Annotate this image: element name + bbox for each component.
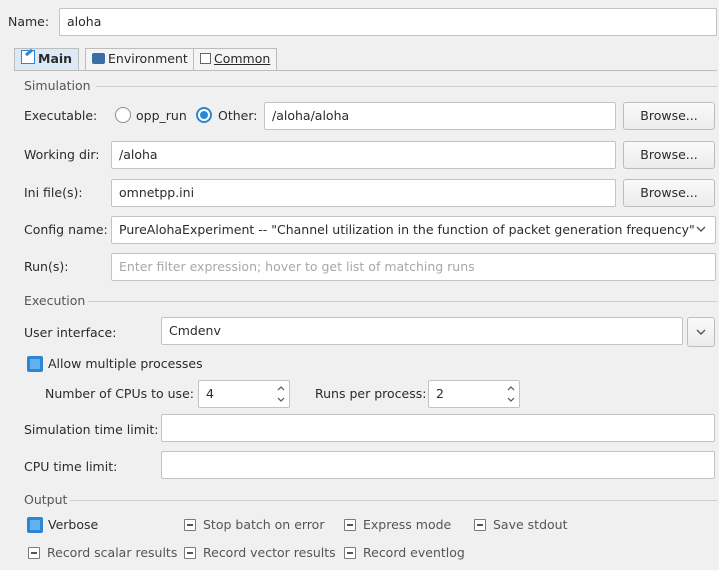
verbose-checkbox[interactable] xyxy=(27,517,43,533)
record-eventlog-checkbox[interactable] xyxy=(344,547,356,559)
browse-ini-button[interactable]: Browse... xyxy=(623,179,715,207)
browse-working-dir-button[interactable]: Browse... xyxy=(623,141,715,169)
express-mode-label: Express mode xyxy=(363,517,452,532)
user-interface-input[interactable]: Cmdenv xyxy=(161,317,683,345)
other-radio[interactable] xyxy=(196,107,212,123)
tab-common-label: Common xyxy=(214,51,271,66)
cpus-value: 4 xyxy=(206,386,214,401)
tab-main-label: Main xyxy=(38,51,73,66)
cpus-spin-icon[interactable] xyxy=(275,382,287,406)
chevron-down-icon xyxy=(696,329,706,335)
simulation-group-title: Simulation xyxy=(24,78,91,93)
config-name-select[interactable]: PureAlohaExperiment -- "Channel utilizat… xyxy=(111,216,716,244)
output-group-line xyxy=(70,500,717,501)
record-vector-checkbox[interactable] xyxy=(184,547,196,559)
tab-common[interactable]: Common xyxy=(193,48,278,70)
sim-time-limit-label: Simulation time limit: xyxy=(24,422,159,437)
environment-icon xyxy=(92,53,105,64)
executable-input[interactable]: /aloha/aloha xyxy=(264,102,616,130)
cpu-time-limit-label: CPU time limit: xyxy=(24,459,118,474)
ini-files-label: Ini file(s): xyxy=(24,185,83,200)
record-vector-label: Record vector results xyxy=(203,545,336,560)
runs-label: Run(s): xyxy=(24,259,69,274)
tab-main[interactable]: Main xyxy=(14,48,80,70)
config-name-label: Config name: xyxy=(24,222,108,237)
edit-icon xyxy=(21,48,35,64)
verbose-label: Verbose xyxy=(48,517,99,532)
runs-per-spin-icon[interactable] xyxy=(505,382,517,406)
allow-multiple-checkbox[interactable] xyxy=(27,356,43,372)
tab-environment[interactable]: Environment xyxy=(85,48,195,70)
stop-batch-checkbox[interactable] xyxy=(184,519,196,531)
working-dir-label: Working dir: xyxy=(24,147,100,162)
user-interface-dropdown-button[interactable] xyxy=(687,317,715,347)
opp-run-radio[interactable] xyxy=(115,107,131,123)
runs-filter-input[interactable]: Enter filter expression; hover to get li… xyxy=(111,253,716,281)
cpus-label: Number of CPUs to use: xyxy=(45,386,194,401)
user-interface-label: User interface: xyxy=(24,325,117,340)
output-group-title: Output xyxy=(24,492,68,507)
ini-files-input[interactable]: omnetpp.ini xyxy=(111,179,616,207)
tab-environment-label: Environment xyxy=(108,51,188,66)
record-scalar-label: Record scalar results xyxy=(47,545,178,560)
runs-per-process-label: Runs per process: xyxy=(315,386,427,401)
execution-group-title: Execution xyxy=(24,293,86,308)
chevron-down-icon[interactable] xyxy=(694,222,708,236)
working-dir-input[interactable]: /aloha xyxy=(111,141,616,169)
executable-label: Executable: xyxy=(24,108,98,123)
execution-group-line xyxy=(88,301,717,302)
cpu-time-limit-input[interactable] xyxy=(161,451,715,479)
tab-divider xyxy=(14,70,717,71)
record-scalar-checkbox[interactable] xyxy=(28,547,40,559)
allow-multiple-label: Allow multiple processes xyxy=(48,356,203,371)
name-input[interactable]: aloha xyxy=(59,8,717,36)
config-name-value: PureAlohaExperiment -- "Channel utilizat… xyxy=(119,222,695,237)
sim-time-limit-input[interactable] xyxy=(161,414,715,442)
save-stdout-checkbox[interactable] xyxy=(474,519,486,531)
runs-per-process-value: 2 xyxy=(436,386,444,401)
stop-batch-label: Stop batch on error xyxy=(203,517,325,532)
simulation-group-line xyxy=(96,86,717,87)
save-stdout-label: Save stdout xyxy=(493,517,568,532)
record-eventlog-label: Record eventlog xyxy=(363,545,465,560)
browse-executable-button[interactable]: Browse... xyxy=(623,102,715,130)
common-icon xyxy=(200,53,211,64)
name-label: Name: xyxy=(8,14,50,29)
express-mode-checkbox[interactable] xyxy=(344,519,356,531)
other-label: Other: xyxy=(218,108,258,123)
opp-run-label: opp_run xyxy=(136,108,187,123)
